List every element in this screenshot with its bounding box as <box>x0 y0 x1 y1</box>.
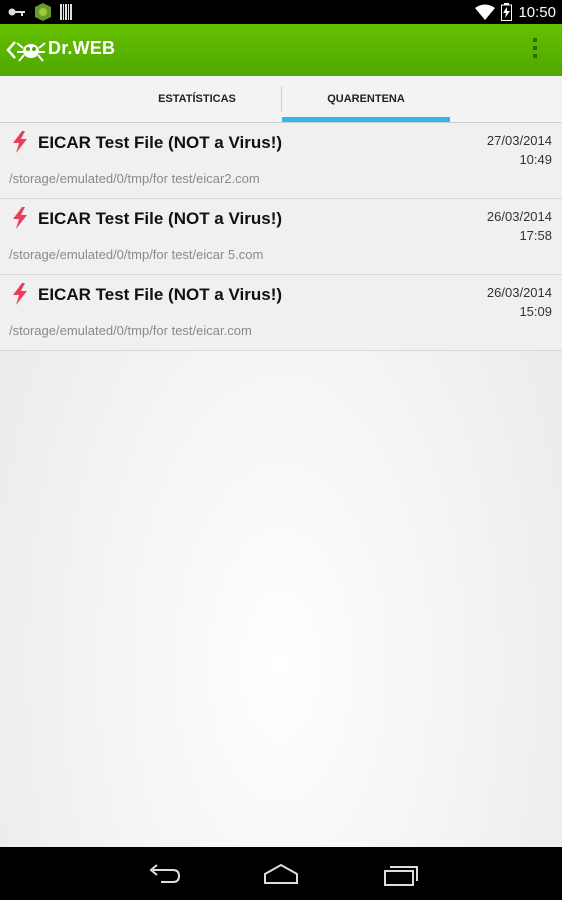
status-bar: 10:50 <box>0 0 562 24</box>
wifi-icon <box>475 4 496 20</box>
nav-home-icon[interactable] <box>261 860 301 888</box>
quarantine-date: 26/03/2014 <box>486 209 552 224</box>
battery-charging-icon <box>501 3 513 21</box>
action-bar: Dr.WEB <box>0 24 562 76</box>
navigation-bar <box>0 848 562 900</box>
tab-bar: ESTATÍSTICAS QUARENTENA <box>0 76 562 123</box>
quarantine-date: 27/03/2014 <box>486 133 552 148</box>
list-item[interactable]: EICAR Test File (NOT a Virus!) 27/03/201… <box>0 123 562 199</box>
tab-label: ESTATÍSTICAS <box>158 93 236 105</box>
tab-selected-indicator <box>282 117 450 122</box>
list-item[interactable]: EICAR Test File (NOT a Virus!) 26/03/201… <box>0 275 562 351</box>
file-path: /storage/emulated/0/tmp/for test/eicar2.… <box>9 171 260 186</box>
nav-back-icon[interactable] <box>143 860 183 888</box>
system-status-icons: 10:50 <box>475 0 556 24</box>
threat-name: EICAR Test File (NOT a Virus!) <box>38 285 283 304</box>
tab-quarentena[interactable]: QUARENTENA <box>282 76 450 122</box>
status-time: 10:50 <box>518 3 556 21</box>
barcode-icon <box>60 4 72 20</box>
threat-name: EICAR Test File (NOT a Virus!) <box>38 133 283 152</box>
quarantine-time: 17:58 <box>519 228 552 243</box>
quarantine-list: EICAR Test File (NOT a Virus!) 27/03/201… <box>0 123 562 847</box>
tab-estatisticas[interactable]: ESTATÍSTICAS <box>112 76 282 122</box>
quarantine-date: 26/03/2014 <box>486 285 552 300</box>
quarantine-time: 15:09 <box>519 304 552 319</box>
threat-name: EICAR Test File (NOT a Virus!) <box>38 209 283 228</box>
overflow-menu-icon[interactable] <box>530 38 540 62</box>
key-icon <box>8 8 25 16</box>
drweb-spider-logo[interactable] <box>16 36 46 64</box>
file-path: /storage/emulated/0/tmp/for test/eicar.c… <box>9 323 252 338</box>
lightning-bolt-icon <box>13 283 27 305</box>
app-notification-icon <box>35 3 51 21</box>
lightning-bolt-icon <box>13 207 27 229</box>
app-title: Dr.WEB <box>48 38 116 58</box>
nav-recent-apps-icon[interactable] <box>381 860 421 888</box>
quarantine-time: 10:49 <box>519 152 552 167</box>
file-path: /storage/emulated/0/tmp/for test/eicar 5… <box>9 247 264 262</box>
tab-label: QUARENTENA <box>327 93 405 105</box>
notification-icons <box>8 3 72 21</box>
list-item[interactable]: EICAR Test File (NOT a Virus!) 26/03/201… <box>0 199 562 275</box>
lightning-bolt-icon <box>13 131 27 153</box>
